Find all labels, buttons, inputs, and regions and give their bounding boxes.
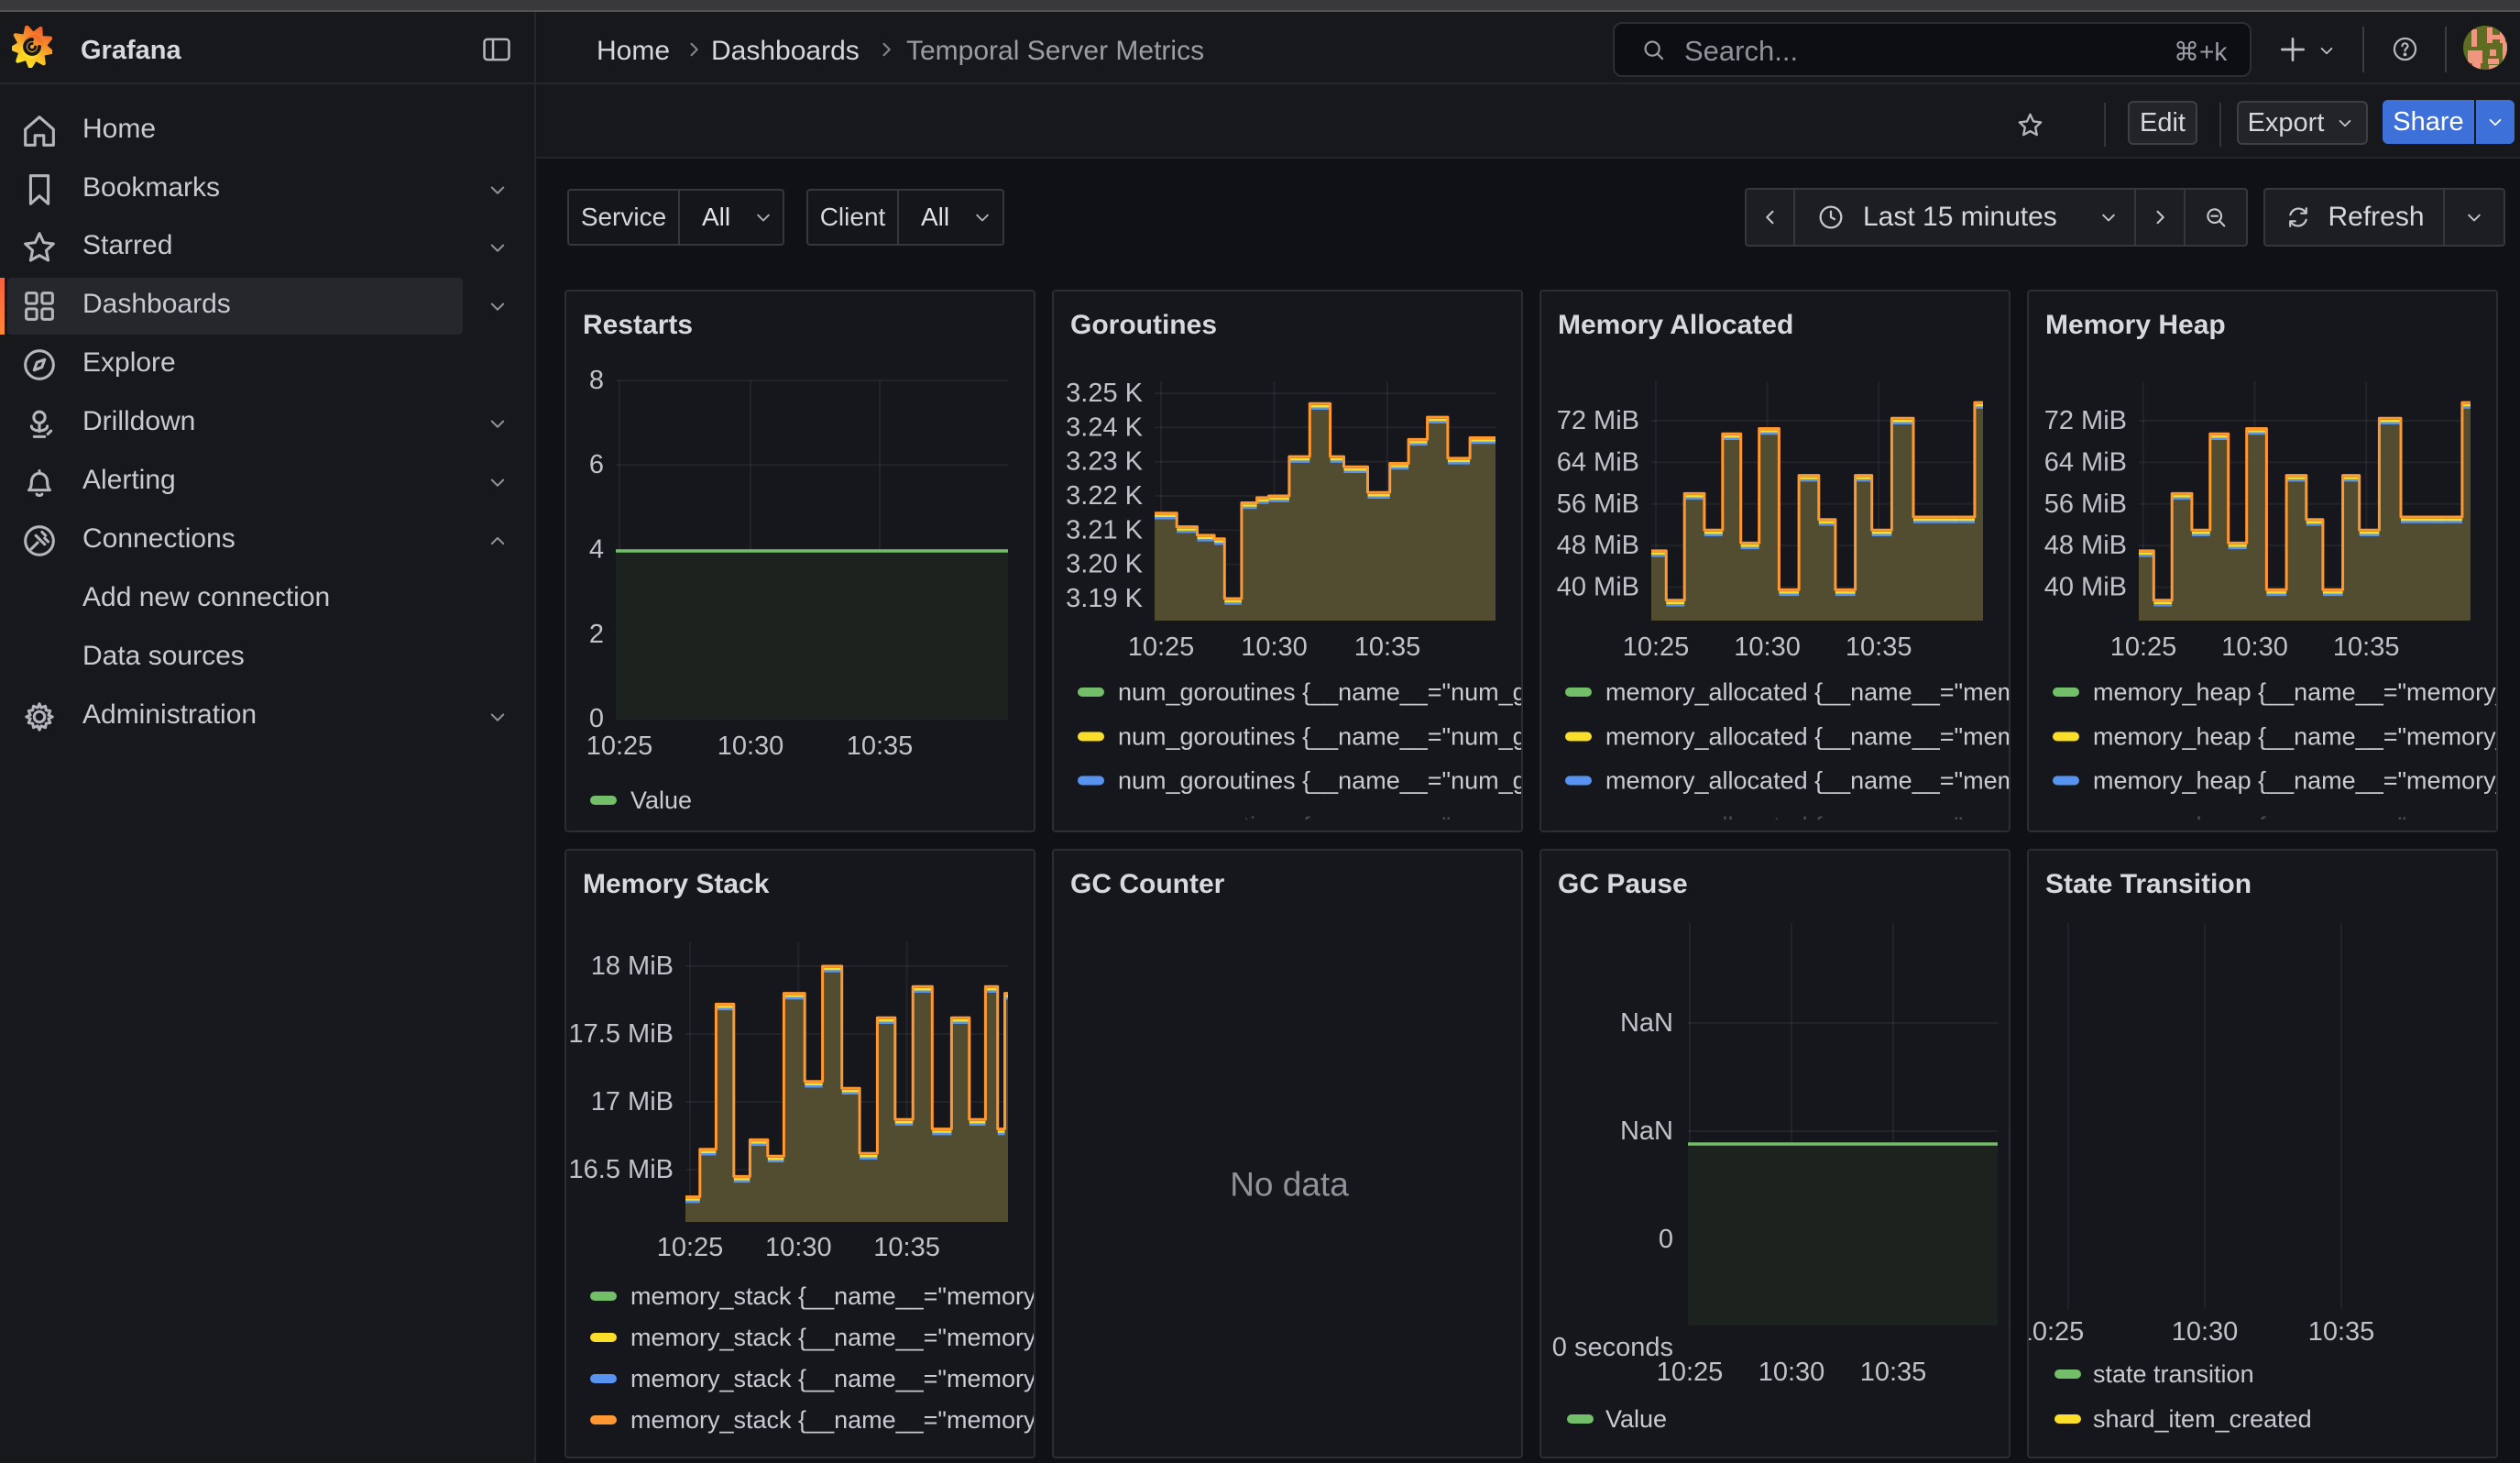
svg-text:10:35: 10:35 — [1354, 632, 1421, 662]
svg-text:10:35: 10:35 — [2333, 632, 2400, 662]
svg-text:56 MiB: 56 MiB — [2044, 490, 2127, 519]
svg-text:17 MiB: 17 MiB — [591, 1087, 674, 1116]
svg-text:memory_allocated {__name__="me: memory_allocated {__name__="memo — [1605, 723, 2011, 751]
svg-text:0: 0 — [1659, 1225, 1673, 1254]
svg-text:48 MiB: 48 MiB — [2044, 531, 2127, 560]
svg-text:Memory Allocated: Memory Allocated — [1558, 310, 1793, 340]
svg-text:3.25 K: 3.25 K — [1066, 379, 1143, 408]
svg-text:10:25: 10:25 — [2029, 1317, 2084, 1347]
svg-text:10:25: 10:25 — [657, 1233, 724, 1262]
svg-text:NaN: NaN — [1620, 1116, 1673, 1146]
svg-text:Value: Value — [630, 786, 692, 814]
svg-text:shard_item_created: shard_item_created — [2093, 1405, 2312, 1433]
svg-text:72 MiB: 72 MiB — [2044, 406, 2127, 435]
svg-text:Memory Stack: Memory Stack — [583, 869, 770, 899]
svg-text:8: 8 — [589, 366, 604, 395]
svg-text:memory_allocated {__name__="me: memory_allocated {__name__="memo — [1605, 678, 2011, 706]
svg-text:10:25: 10:25 — [1657, 1358, 1724, 1387]
svg-text:3.24 K: 3.24 K — [1066, 412, 1143, 442]
svg-text:num_goroutines {__name__="num_: num_goroutines {__name__="num_go — [1118, 723, 1523, 751]
svg-text:10:35: 10:35 — [2308, 1317, 2375, 1347]
svg-text:num_goroutines {__name__="num_: num_goroutines {__name__="num_go — [1118, 678, 1523, 706]
svg-text:GC Pause: GC Pause — [1558, 869, 1688, 899]
svg-text:memory_heap {__name__="memory_: memory_heap {__name__="memory_h — [2093, 678, 2498, 706]
svg-text:72 MiB: 72 MiB — [1557, 406, 1639, 435]
svg-text:GC Counter: GC Counter — [1070, 869, 1225, 899]
svg-text:Goroutines: Goroutines — [1070, 310, 1217, 340]
svg-text:16.5 MiB: 16.5 MiB — [569, 1155, 674, 1184]
svg-text:10:30: 10:30 — [718, 732, 784, 761]
svg-text:10:35: 10:35 — [1846, 632, 1912, 662]
svg-text:18 MiB: 18 MiB — [591, 952, 674, 981]
svg-text:memory_heap {__name__="memory_: memory_heap {__name__="memory_h — [2093, 767, 2498, 795]
svg-text:10:35: 10:35 — [873, 1233, 940, 1262]
svg-text:40 MiB: 40 MiB — [2044, 573, 2127, 602]
svg-text:3.20 K: 3.20 K — [1066, 550, 1143, 579]
svg-text:10:30: 10:30 — [765, 1233, 832, 1262]
svg-text:64 MiB: 64 MiB — [2044, 447, 2127, 477]
svg-text:6: 6 — [589, 450, 604, 479]
svg-text:10:30: 10:30 — [2221, 632, 2288, 662]
svg-text:Value: Value — [1605, 1405, 1667, 1433]
svg-text:3.22 K: 3.22 K — [1066, 481, 1143, 511]
svg-text:10:30: 10:30 — [2172, 1317, 2239, 1347]
svg-text:10:35: 10:35 — [847, 732, 914, 761]
svg-text:10:25: 10:25 — [2110, 632, 2177, 662]
svg-text:10:25: 10:25 — [1128, 632, 1195, 662]
svg-text:4: 4 — [589, 535, 604, 565]
svg-text:2: 2 — [589, 620, 604, 649]
svg-text:17.5 MiB: 17.5 MiB — [569, 1019, 674, 1049]
svg-text:State Transition: State Transition — [2045, 869, 2252, 899]
svg-text:56 MiB: 56 MiB — [1557, 490, 1639, 519]
svg-text:memory_stack {__name__="memory: memory_stack {__name__="memory_s — [630, 1282, 1035, 1310]
svg-text:Restarts: Restarts — [583, 310, 693, 340]
svg-text:memory_stack {__name__="memory: memory_stack {__name__="memory_s — [630, 1365, 1035, 1392]
svg-text:memory_stack {__name__="memory: memory_stack {__name__="memory_s — [630, 1324, 1035, 1351]
svg-text:num_goroutines {__name__="num_: num_goroutines {__name__="num_go — [1118, 767, 1523, 795]
svg-text:state transition: state transition — [2093, 1360, 2254, 1388]
svg-text:memory_stack {__name__="memory: memory_stack {__name__="memory_s — [630, 1406, 1035, 1434]
svg-text:10:35: 10:35 — [1860, 1358, 1927, 1387]
svg-text:40 MiB: 40 MiB — [1557, 573, 1639, 602]
svg-text:memory_heap {__name__="memory_: memory_heap {__name__="memory_h — [2093, 723, 2498, 751]
svg-text:3.19 K: 3.19 K — [1066, 584, 1143, 613]
svg-text:10:30: 10:30 — [1241, 632, 1308, 662]
svg-text:NaN: NaN — [1620, 1008, 1673, 1038]
svg-text:0: 0 — [589, 704, 604, 733]
svg-text:10:25: 10:25 — [1623, 632, 1690, 662]
svg-text:3.21 K: 3.21 K — [1066, 515, 1143, 544]
svg-text:3.23 K: 3.23 K — [1066, 447, 1143, 477]
svg-text:0 seconds: 0 seconds — [1552, 1333, 1673, 1362]
svg-text:No data: No data — [1230, 1166, 1349, 1204]
svg-text:Memory Heap: Memory Heap — [2045, 310, 2226, 340]
svg-text:10:25: 10:25 — [586, 732, 653, 761]
svg-text:64 MiB: 64 MiB — [1557, 447, 1639, 477]
svg-text:memory_allocated {__name__="me: memory_allocated {__name__="memo — [1605, 767, 2011, 795]
svg-text:10:30: 10:30 — [1734, 632, 1801, 662]
svg-text:10:30: 10:30 — [1759, 1358, 1825, 1387]
svg-text:48 MiB: 48 MiB — [1557, 531, 1639, 560]
